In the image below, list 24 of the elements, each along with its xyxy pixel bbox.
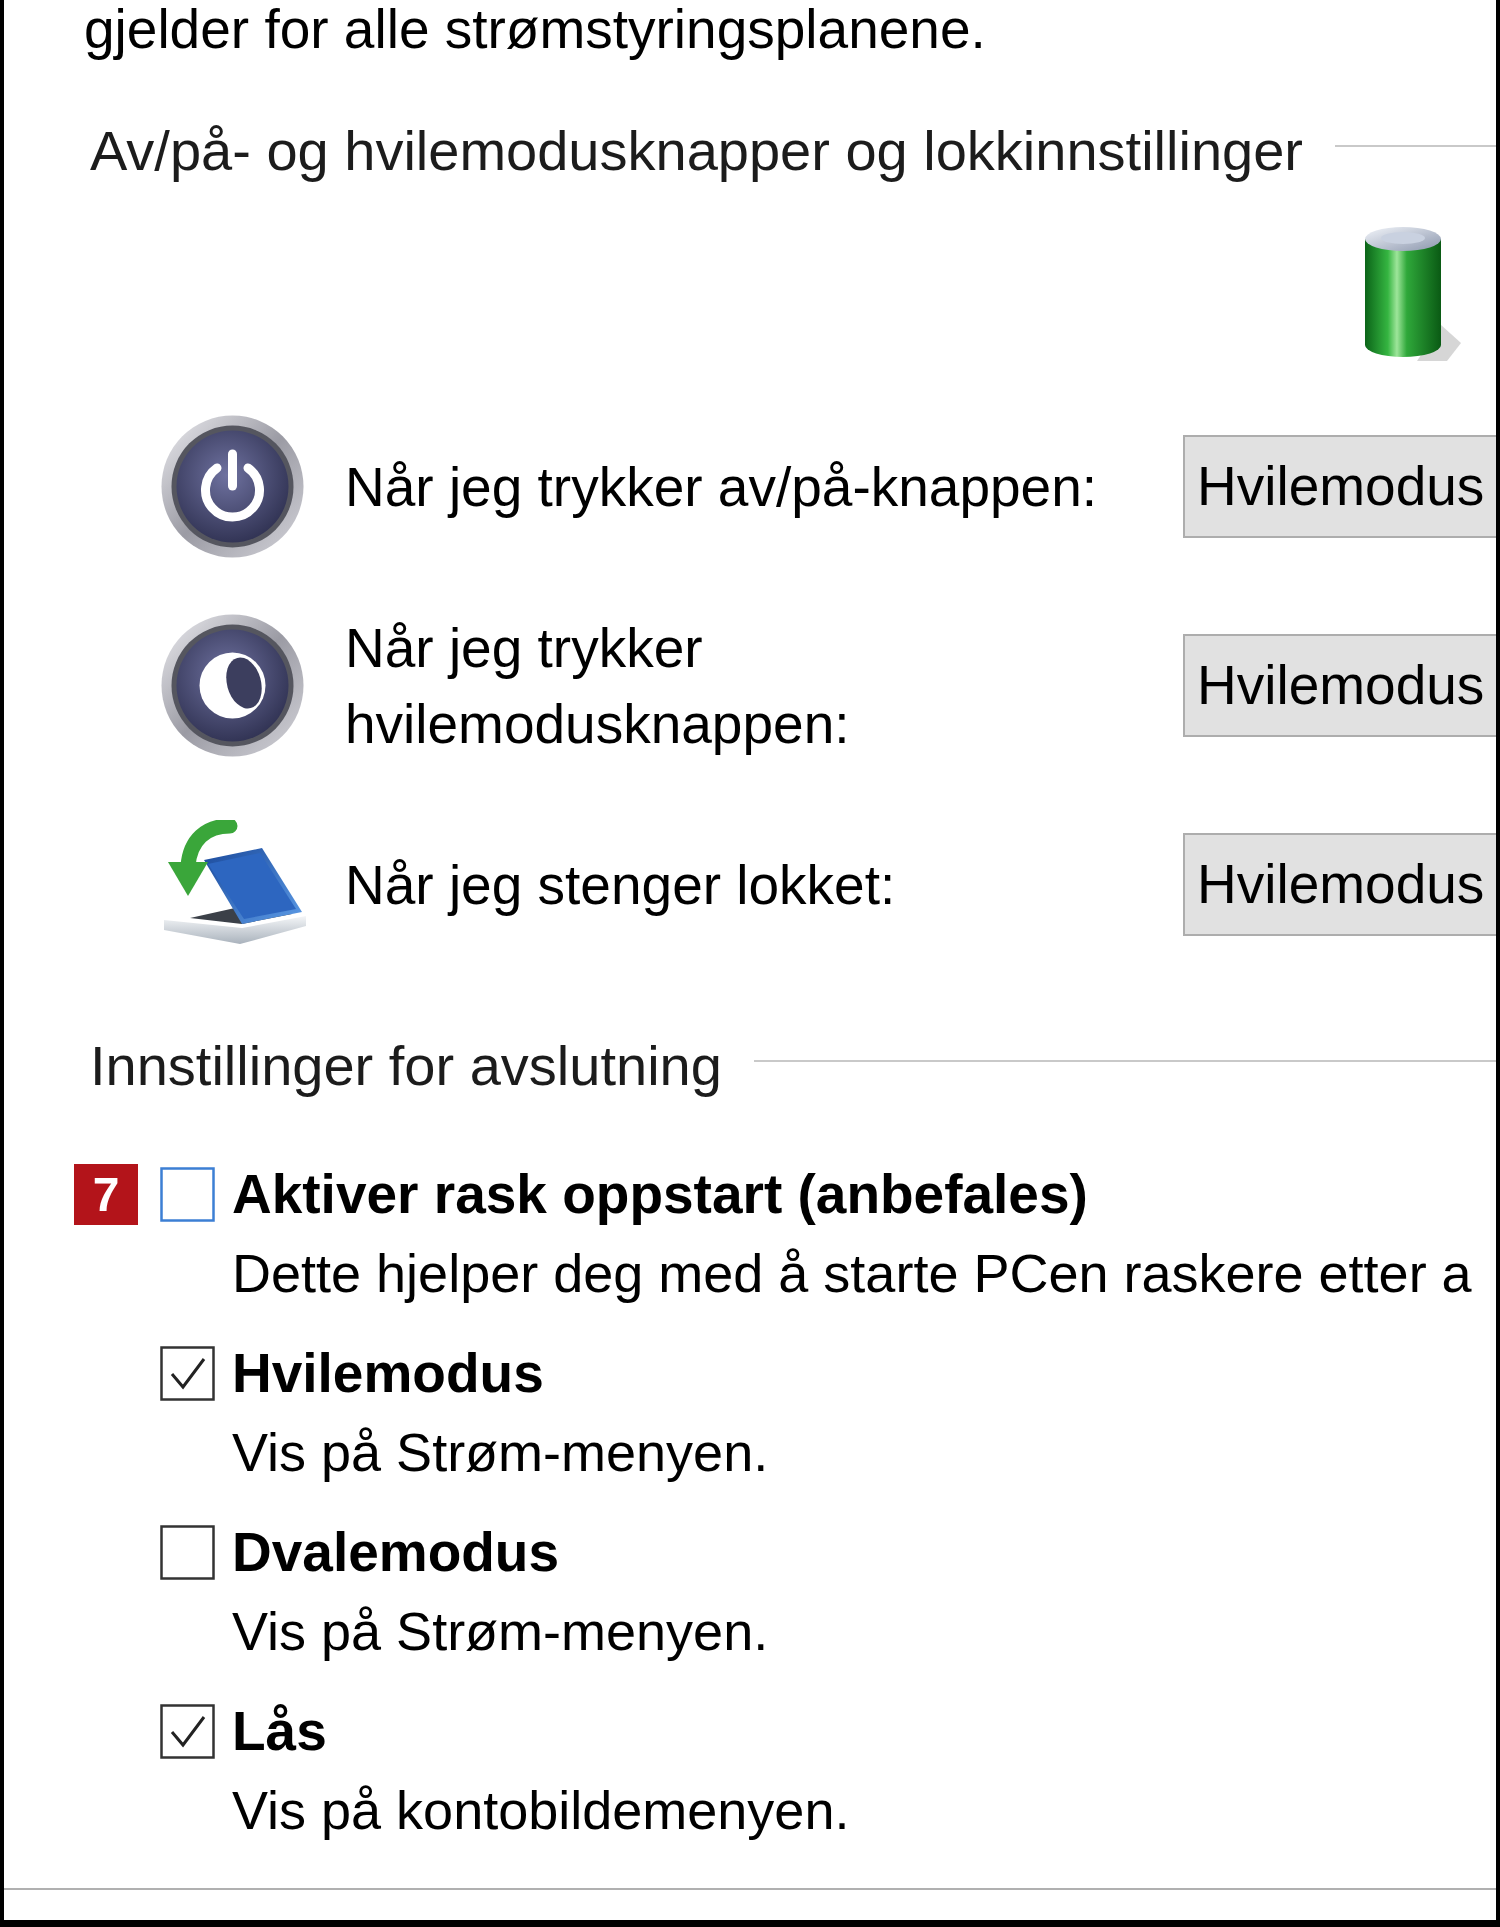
option-label: Aktiver rask oppstart (anbefales): [232, 1163, 1088, 1225]
step-badge: 7: [74, 1163, 138, 1225]
checkbox[interactable]: [160, 1166, 215, 1222]
action-dropdown[interactable]: Hvilemodus: [1183, 634, 1496, 737]
setting-label: Når jeg trykker av/på-knappen:: [345, 454, 1099, 520]
moon-icon: [160, 613, 305, 758]
option-description: Vis på kontobildemenyen.: [232, 1779, 851, 1841]
option-description: Vis på Strøm-menyen.: [232, 1600, 770, 1662]
power-icon: [160, 414, 305, 559]
checkbox[interactable]: [160, 1524, 215, 1580]
checkbox[interactable]: [160, 1703, 215, 1759]
option-label: Dvalemodus: [232, 1521, 560, 1583]
setting-label: Når jeg stenger lokket:: [345, 852, 897, 918]
option-description: Vis på Strøm-menyen.: [232, 1421, 770, 1483]
section-heading: Innstillinger for avslutning: [90, 1034, 722, 1098]
intro-text: gjelder for alle strømstyringsplanene.: [83, 0, 987, 58]
section-heading: Av/på- og hvilemodusknapper og lokkinnstillinger: [90, 119, 1303, 183]
checkbox[interactable]: [160, 1345, 215, 1401]
option-label: Hvilemodus: [232, 1342, 544, 1404]
option-description: Dette hjelper deg med å starte PCen raskere etter a: [232, 1242, 1473, 1304]
action-dropdown[interactable]: Hvilemodus: [1183, 435, 1496, 538]
setting-label: Når jeg trykker hvilemodusknappen:: [345, 615, 851, 757]
action-dropdown[interactable]: Hvilemodus: [1183, 833, 1496, 936]
option-label: Lås: [232, 1700, 327, 1762]
